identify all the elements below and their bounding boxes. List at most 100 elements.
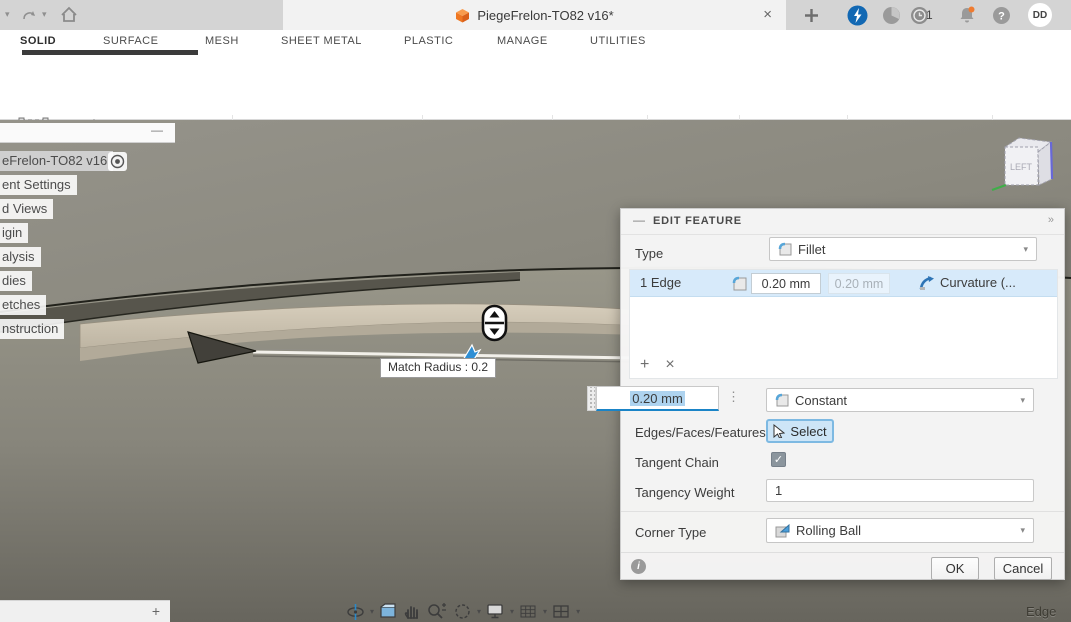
tab-sheet-metal[interactable]: SHEET METAL (281, 35, 362, 47)
dialog-header[interactable]: — EDIT FEATURE » (621, 209, 1064, 235)
selected-text: 0.20 mm (630, 391, 685, 406)
fillet-row-icon (732, 276, 747, 291)
job-count: 1 (926, 8, 933, 22)
tab-mesh[interactable]: MESH (205, 35, 239, 47)
selection-hint-label: Edge (1026, 604, 1056, 619)
new-tab-button[interactable] (800, 4, 822, 26)
edge-count-cell: 1 Edge (640, 275, 681, 290)
type-label: Type (635, 246, 663, 261)
check-icon: ✓ (774, 454, 783, 466)
browser-item-document-settings[interactable]: ent Settings (0, 175, 77, 195)
dropdown-caret-icon: ▾ (1023, 244, 1028, 255)
dialog-collapse-icon[interactable]: — (633, 213, 645, 227)
radius-value-input[interactable]: 0.20 mm (596, 386, 719, 411)
document-title: PiegeFrelon-TO82 v16* (477, 8, 613, 23)
radius-cell-input[interactable]: 0.20 mm (751, 273, 821, 294)
dialog-expand-icon[interactable]: » (1048, 214, 1054, 226)
look-at-icon[interactable] (379, 603, 398, 620)
browser-item-bodies[interactable]: dies (0, 271, 32, 291)
close-tab-icon[interactable]: × (763, 6, 772, 24)
type-value: Fillet (798, 242, 825, 257)
ok-button[interactable]: OK (931, 557, 979, 580)
home-icon[interactable] (60, 6, 78, 23)
tangency-weight-input[interactable]: 1 (766, 479, 1034, 502)
extensions-icon[interactable] (846, 4, 868, 26)
navigation-bar: ▾ ▾ ▾ ▾ ▾ (346, 600, 580, 622)
display-caret-icon[interactable]: ▾ (510, 607, 514, 616)
redo-icon[interactable] (22, 7, 38, 21)
user-initials: DD (1033, 10, 1047, 21)
edge-selection-table[interactable]: 1 Edge 0.20 mm 0.20 mm Curvature (... + … (629, 269, 1058, 379)
input-drag-grip[interactable] (587, 386, 596, 411)
radius-type-dropdown[interactable]: Constant ▾ (766, 388, 1034, 412)
corner-type-dropdown[interactable]: Rolling Ball ▾ (766, 518, 1034, 543)
browser-item-named-views[interactable]: d Views (0, 199, 53, 219)
grid-caret-icon[interactable]: ▾ (543, 607, 547, 616)
tangency-weight-label: Tangency Weight (635, 485, 735, 500)
job-status-icon[interactable] (880, 4, 902, 26)
tangent-chain-label: Tangent Chain (635, 455, 719, 470)
fillet-type-icon (778, 242, 792, 256)
corner-type-label: Corner Type (635, 525, 706, 540)
browser-minimize-icon[interactable]: — (151, 123, 163, 137)
rolling-ball-icon (775, 523, 790, 538)
match-radius-tooltip: Match Radius : 0.2 (380, 358, 496, 378)
timeline-add-icon[interactable]: + (152, 603, 160, 619)
dropdown-caret-icon: ▾ (1020, 525, 1025, 536)
zoom-icon[interactable] (427, 602, 448, 620)
secondary-radius-input[interactable]: 0.20 mm (828, 273, 890, 294)
ribbon-toolbar: CREATE▾ MODIFY▾ ASSEMBLE▾ CONFIGURE▾ CON… (0, 55, 1071, 120)
tab-manage[interactable]: MANAGE (497, 35, 548, 47)
display-settings-icon[interactable] (486, 602, 505, 620)
type-dropdown[interactable]: Fillet ▾ (769, 237, 1037, 261)
viewports-icon[interactable] (552, 603, 571, 620)
fillet-radius-drag-handle[interactable] (481, 304, 508, 342)
timeline-bar[interactable]: + (0, 600, 170, 622)
select-button[interactable]: Select (766, 419, 834, 443)
dropdown-caret-icon: ▾ (1020, 395, 1025, 406)
dialog-divider (621, 511, 1064, 512)
browser-item-origin[interactable]: igin (0, 223, 28, 243)
fit-caret-icon[interactable]: ▾ (477, 607, 481, 616)
viewports-caret-icon[interactable]: ▾ (576, 607, 580, 616)
document-cube-icon (455, 8, 470, 23)
corner-type-value: Rolling Ball (796, 523, 861, 538)
radius-type-value: Constant (795, 393, 847, 408)
edges-faces-features-label: Edges/Faces/Features (635, 425, 766, 440)
fit-view-icon[interactable] (453, 602, 472, 621)
browser-item-sketches[interactable]: etches (0, 295, 46, 315)
cancel-button[interactable]: Cancel (994, 557, 1052, 580)
svg-text:?: ? (998, 10, 1005, 22)
browser-item-analysis[interactable]: alysis (0, 247, 41, 267)
browser-item-construction[interactable]: nstruction (0, 319, 64, 339)
notifications-bell-icon[interactable] (956, 4, 978, 26)
add-selection-icon[interactable]: + (640, 356, 649, 374)
curvature-icon (918, 275, 935, 292)
document-tab[interactable]: PiegeFrelon-TO82 v16* × (283, 0, 786, 30)
selected-edge-row[interactable]: 1 Edge 0.20 mm 0.20 mm Curvature (... (630, 270, 1057, 297)
help-icon[interactable]: ? (990, 4, 1012, 26)
dialog-title: EDIT FEATURE (653, 215, 742, 227)
info-icon[interactable]: i (631, 559, 646, 574)
tangent-chain-checkbox[interactable]: ✓ (771, 452, 786, 467)
user-avatar[interactable]: DD (1028, 3, 1052, 27)
orbit-icon[interactable] (346, 602, 365, 621)
undo-caret-icon[interactable]: ▾ (5, 9, 10, 20)
tab-utilities[interactable]: UTILITIES (590, 35, 646, 47)
redo-caret-icon[interactable]: ▾ (42, 9, 47, 20)
view-cube[interactable]: LEFT (985, 131, 1065, 203)
tab-solid[interactable]: SOLID (20, 35, 56, 47)
orbit-caret-icon[interactable]: ▾ (370, 607, 374, 616)
browser-item-root[interactable]: eFrelon-TO82 v16 (0, 151, 113, 171)
remove-selection-icon[interactable]: × (665, 356, 674, 374)
pan-hand-icon[interactable] (403, 602, 422, 620)
browser-panel-header[interactable]: — (0, 123, 175, 143)
input-options-dots-icon[interactable]: ⋮ (727, 389, 739, 405)
title-bar: ▾ ▾ PiegeFrelon-TO82 v16* × 1 ? DD (0, 0, 1071, 30)
tab-surface[interactable]: SURFACE (103, 35, 158, 47)
dialog-footer: i OK Cancel (621, 552, 1064, 581)
tab-plastic[interactable]: PLASTIC (404, 35, 453, 47)
grid-icon[interactable] (519, 603, 538, 620)
component-activate-radio[interactable] (108, 152, 127, 171)
constant-radius-icon (775, 393, 789, 407)
